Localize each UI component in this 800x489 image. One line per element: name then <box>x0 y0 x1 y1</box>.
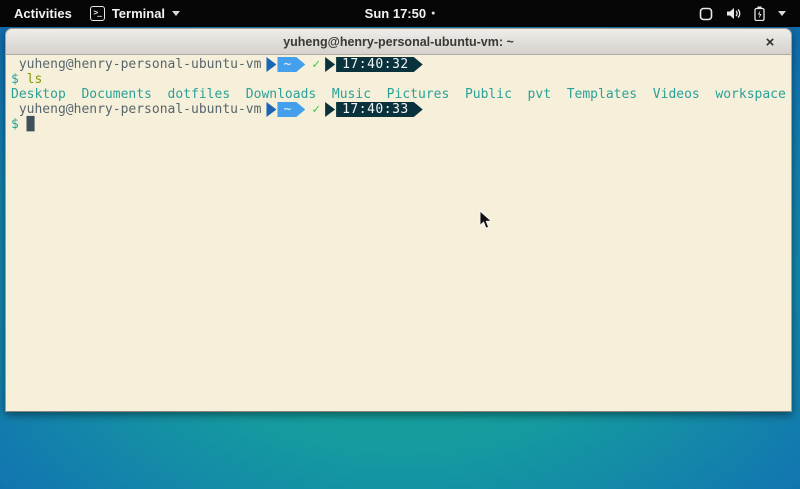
time-segment: 17:40:33 <box>325 102 423 117</box>
command-text: ls <box>27 72 43 87</box>
command-line: $ ls <box>11 72 791 87</box>
prompt-user: yuheng@henry-personal-ubuntu-vm <box>11 102 261 117</box>
directory-list: Desktop Documents dotfiles Downloads Mus… <box>11 87 786 102</box>
prompt-time: 17:40:33 <box>336 102 423 117</box>
powerline-arrow-icon <box>266 57 276 72</box>
powerline-arrow-icon <box>325 57 335 72</box>
window-title: yuheng@henry-personal-ubuntu-vm: ~ <box>283 35 514 49</box>
time-segment: 17:40:32 <box>325 57 423 72</box>
terminal-screen[interactable]: yuheng@henry-personal-ubuntu-vm ~ ✓ 17:4… <box>5 55 792 412</box>
prompt-symbol: $ <box>11 117 27 132</box>
input-line[interactable]: $ █ <box>11 117 791 132</box>
text-cursor: █ <box>27 117 35 132</box>
terminal-window: yuheng@henry-personal-ubuntu-vm: ~ × yuh… <box>5 28 792 412</box>
prompt-user: yuheng@henry-personal-ubuntu-vm <box>11 57 261 72</box>
system-status-area[interactable] <box>699 0 800 27</box>
top-bar: Activities >_ Terminal Sun 17:50 ● <box>0 0 800 27</box>
app-menu-terminal[interactable]: >_ Terminal <box>90 6 180 21</box>
powerline-arrow-icon <box>266 102 276 117</box>
clock-button[interactable]: Sun 17:50 <box>365 6 426 21</box>
mouse-pointer-icon <box>479 210 493 230</box>
prompt-line: yuheng@henry-personal-ubuntu-vm ~ ✓ 17:4… <box>11 102 791 117</box>
listing-output: Desktop Documents dotfiles Downloads Mus… <box>11 87 791 102</box>
speaker-icon <box>726 7 741 20</box>
status-check-icon: ✓ <box>312 102 320 117</box>
path-segment: ~ <box>266 102 305 117</box>
prompt-time: 17:40:32 <box>336 57 423 72</box>
battery-charging-icon <box>754 6 765 21</box>
activities-button[interactable]: Activities <box>10 6 76 21</box>
prompt-path: ~ <box>277 57 305 72</box>
window-titlebar[interactable]: yuheng@henry-personal-ubuntu-vm: ~ × <box>5 28 792 55</box>
notification-dot-icon: ● <box>431 0 435 27</box>
prompt-line: yuheng@henry-personal-ubuntu-vm ~ ✓ 17:4… <box>11 57 791 72</box>
status-check-icon: ✓ <box>312 57 320 72</box>
prompt-path: ~ <box>277 102 305 117</box>
prompt-symbol: $ <box>11 72 27 87</box>
chevron-down-icon <box>172 11 180 16</box>
powerline-arrow-icon <box>325 102 335 117</box>
app-menu-label: Terminal <box>112 6 165 21</box>
path-segment: ~ <box>266 57 305 72</box>
close-button[interactable]: × <box>759 29 781 56</box>
top-bar-left: Activities >_ Terminal <box>0 6 180 21</box>
chevron-down-icon <box>778 11 786 16</box>
screen-icon <box>699 7 713 21</box>
terminal-icon: >_ <box>90 6 105 21</box>
